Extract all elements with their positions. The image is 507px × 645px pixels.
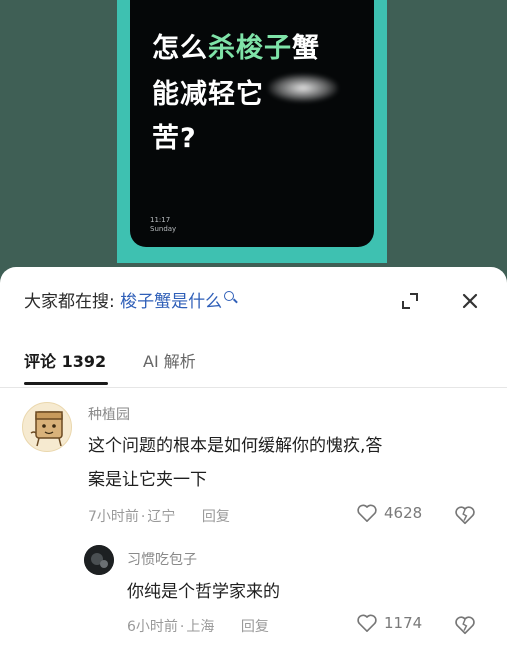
blurred-text [268, 74, 338, 102]
collapse-icon[interactable] [398, 289, 422, 313]
search-icon [224, 291, 235, 301]
heart-icon [357, 614, 377, 632]
comment-time: 6小时前 [127, 619, 178, 635]
hero-image[interactable]: 怎么杀梭子蟹 能减轻它 苦? 11:17 Sunday [130, 0, 374, 247]
active-tab-indicator [24, 382, 108, 385]
like-count: 4628 [384, 504, 423, 522]
comment-location: 辽宁 [147, 509, 176, 525]
comment-meta: 6小时前 · 上海 回复 [127, 619, 269, 635]
like-button[interactable]: 4628 [356, 503, 422, 523]
avatar[interactable] [84, 545, 114, 575]
cartoon-box-icon [30, 411, 63, 447]
comment-time: 7小时前 [88, 509, 139, 525]
hero-title-line-2: 能减轻它 [152, 79, 264, 110]
reply-button[interactable]: 回复 [202, 509, 230, 525]
close-icon[interactable] [458, 289, 482, 313]
tab-ai-analysis[interactable]: AI 解析 [143, 348, 196, 372]
reply-button[interactable]: 回复 [241, 619, 269, 635]
trending-search-term[interactable]: 梭子蟹是什么 [120, 292, 222, 312]
comment-username[interactable]: 习惯吃包子 [127, 549, 197, 569]
heart-icon [357, 504, 377, 522]
tab-divider [0, 387, 507, 388]
comment-text-line: 这个问题的根本是如何缓解你的愧疚,答 [88, 436, 383, 456]
comment-username[interactable]: 种植园 [88, 404, 130, 424]
avatar[interactable] [22, 402, 72, 452]
photo-avatar-icon [84, 545, 114, 575]
hero-timestamp: 11:17 Sunday [150, 216, 177, 233]
like-button[interactable]: 1174 [356, 613, 422, 633]
trending-search[interactable]: 大家都在搜: 梭子蟹是什么 [24, 287, 235, 312]
dislike-broken-heart-icon[interactable] [454, 504, 476, 526]
like-count: 1174 [384, 614, 423, 632]
comment-text-line: 你纯是个哲学家来的 [127, 582, 280, 602]
hero-title-line-1: 怎么杀梭子蟹 [152, 33, 320, 64]
dislike-broken-heart-icon[interactable] [454, 614, 476, 636]
comment-text-line: 案是让它夹一下 [88, 470, 207, 490]
hero-title-line-3: 苦? [152, 123, 197, 154]
comment-meta: 7小时前 · 辽宁 回复 [88, 509, 230, 525]
trending-search-prefix: 大家都在搜: [24, 292, 115, 312]
tab-comments[interactable]: 评论 1392 [24, 348, 106, 372]
comment-location: 上海 [186, 619, 215, 635]
